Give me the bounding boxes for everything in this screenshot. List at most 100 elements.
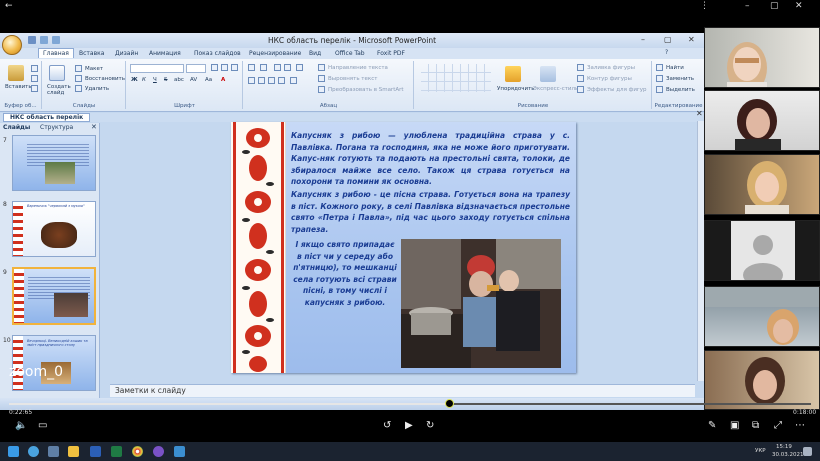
align-text-icon[interactable] bbox=[318, 75, 325, 82]
new-slide-icon[interactable] bbox=[49, 65, 65, 81]
cast-icon[interactable]: ▣ bbox=[730, 420, 739, 431]
shapes-gallery[interactable] bbox=[421, 64, 491, 92]
copy-icon[interactable] bbox=[31, 75, 38, 82]
select-icon[interactable] bbox=[656, 86, 663, 93]
align-center-icon[interactable] bbox=[258, 77, 265, 84]
player-minimize-button[interactable]: – bbox=[745, 1, 750, 11]
rewind-10-icon[interactable]: ↺ bbox=[383, 420, 391, 431]
shape-fill-button[interactable]: Заливка фигуры bbox=[587, 65, 635, 71]
participant-video-2[interactable] bbox=[704, 90, 820, 151]
back-arrow-icon[interactable]: ← bbox=[5, 1, 13, 11]
smartart-icon[interactable] bbox=[318, 86, 325, 93]
task-view-icon[interactable] bbox=[48, 446, 59, 457]
player-maximize-button[interactable]: ▢ bbox=[770, 1, 779, 11]
tab-outline[interactable]: Структура bbox=[40, 124, 73, 131]
participant-video-4[interactable] bbox=[704, 220, 820, 281]
shape-effects-icon[interactable] bbox=[577, 86, 584, 93]
grow-font-icon[interactable] bbox=[211, 64, 218, 71]
tab-view[interactable]: Вид bbox=[305, 49, 325, 58]
pencil-icon[interactable]: ✎ bbox=[708, 420, 716, 431]
strikethrough-button[interactable]: S bbox=[164, 77, 168, 83]
slide-thumbnail-9[interactable] bbox=[12, 267, 96, 325]
tab-design[interactable]: Дизайн bbox=[111, 49, 142, 58]
shrink-font-icon[interactable] bbox=[221, 64, 228, 71]
find-button[interactable]: Найти bbox=[666, 65, 684, 71]
quick-styles-icon[interactable] bbox=[540, 66, 556, 82]
paste-icon[interactable] bbox=[8, 65, 24, 81]
slide-scrollbar[interactable] bbox=[697, 121, 704, 381]
fullscreen-icon[interactable]: ⤢ bbox=[774, 420, 782, 431]
find-icon[interactable] bbox=[656, 64, 663, 71]
tab-home[interactable]: Главная bbox=[38, 48, 74, 58]
tab-animation[interactable]: Анимация bbox=[145, 49, 185, 58]
bullets-icon[interactable] bbox=[248, 64, 255, 71]
paste-button[interactable]: Вставить bbox=[5, 84, 32, 90]
align-left-icon[interactable] bbox=[248, 77, 255, 84]
notes-pane[interactable]: Заметки к слайду bbox=[110, 384, 695, 397]
more-icon[interactable]: ⋯ bbox=[795, 420, 805, 431]
file-explorer-icon[interactable] bbox=[68, 446, 79, 457]
convert-smartart-button[interactable]: Преобразовать в SmartArt bbox=[328, 87, 404, 93]
tab-office-tab[interactable]: Office Tab bbox=[331, 49, 369, 58]
reset-button[interactable]: Восстановить bbox=[85, 76, 125, 82]
shape-fill-icon[interactable] bbox=[577, 64, 584, 71]
keyboard-language[interactable]: УКР bbox=[755, 448, 766, 454]
format-painter-icon[interactable] bbox=[31, 85, 38, 92]
office-button[interactable] bbox=[2, 35, 22, 55]
captions-icon[interactable]: ▭ bbox=[38, 420, 47, 431]
picture-in-picture-icon[interactable]: ⧉ bbox=[752, 420, 759, 431]
replace-icon[interactable] bbox=[656, 75, 663, 82]
participant-video-3[interactable] bbox=[704, 154, 820, 215]
play-icon[interactable]: ▶ bbox=[405, 420, 413, 431]
close-document-icon[interactable]: ✕ bbox=[696, 109, 703, 118]
participant-video-1[interactable] bbox=[704, 27, 820, 88]
forward-10-icon[interactable]: ↻ bbox=[426, 420, 434, 431]
viber-icon[interactable] bbox=[153, 446, 164, 457]
close-panel-icon[interactable]: ✕ bbox=[91, 123, 97, 131]
word-icon[interactable] bbox=[90, 446, 101, 457]
delete-icon[interactable] bbox=[75, 85, 82, 92]
document-tab[interactable]: НКС область перелік bbox=[3, 113, 91, 122]
text-direction-icon[interactable] bbox=[318, 64, 325, 71]
slide-thumbnail-8[interactable]: Вареничок "червоний з мукою" bbox=[12, 201, 96, 257]
clock-date[interactable]: 30.03.2021 bbox=[772, 452, 804, 458]
excel-icon[interactable] bbox=[111, 446, 122, 457]
underline-button[interactable]: Ч bbox=[153, 77, 157, 83]
justify-icon[interactable] bbox=[278, 77, 285, 84]
arrange-icon[interactable] bbox=[505, 66, 521, 82]
participant-video-6[interactable] bbox=[704, 350, 820, 410]
reset-icon[interactable] bbox=[75, 75, 82, 82]
shadow-button[interactable]: abc bbox=[174, 77, 184, 83]
align-right-icon[interactable] bbox=[268, 77, 275, 84]
shape-effects-button[interactable]: Эффекты для фигур bbox=[587, 87, 647, 93]
select-button[interactable]: Выделить bbox=[666, 87, 695, 93]
columns-icon[interactable] bbox=[290, 77, 297, 84]
tab-slides[interactable]: Слайды bbox=[3, 124, 30, 131]
tab-slideshow[interactable]: Показ слайдов bbox=[190, 49, 245, 58]
player-menu-icon[interactable]: ⋮ bbox=[700, 1, 709, 11]
layout-button[interactable]: Макет bbox=[85, 66, 103, 72]
tab-review[interactable]: Рецензирование bbox=[245, 49, 305, 58]
player-close-button[interactable]: ✕ bbox=[795, 1, 803, 11]
char-spacing-button[interactable]: AV bbox=[190, 77, 197, 83]
ppt-close-button[interactable]: ✕ bbox=[688, 35, 695, 44]
font-name-input[interactable] bbox=[130, 64, 184, 73]
new-slide-button[interactable]: Создать слайд bbox=[47, 84, 75, 96]
notifications-icon[interactable] bbox=[803, 447, 812, 456]
volume-icon[interactable]: 🔈 bbox=[15, 420, 27, 431]
slide-thumbnail-7[interactable] bbox=[12, 135, 96, 191]
align-text-button[interactable]: Выровнять текст bbox=[328, 76, 377, 82]
replace-button[interactable]: Заменить bbox=[666, 76, 694, 82]
arrange-button[interactable]: Упорядочить bbox=[497, 86, 535, 92]
participant-video-5[interactable] bbox=[704, 286, 820, 347]
numbering-icon[interactable] bbox=[260, 64, 267, 71]
line-spacing-icon[interactable] bbox=[296, 64, 303, 71]
bold-button[interactable]: Ж bbox=[131, 77, 138, 83]
clear-format-icon[interactable] bbox=[231, 64, 238, 71]
ppt-minimize-button[interactable]: – bbox=[641, 35, 645, 44]
increase-indent-icon[interactable] bbox=[284, 64, 291, 71]
clock-time[interactable]: 15:19 bbox=[776, 444, 792, 450]
font-color-button[interactable]: A bbox=[221, 77, 225, 83]
font-size-input[interactable] bbox=[186, 64, 206, 73]
layout-icon[interactable] bbox=[75, 65, 82, 72]
